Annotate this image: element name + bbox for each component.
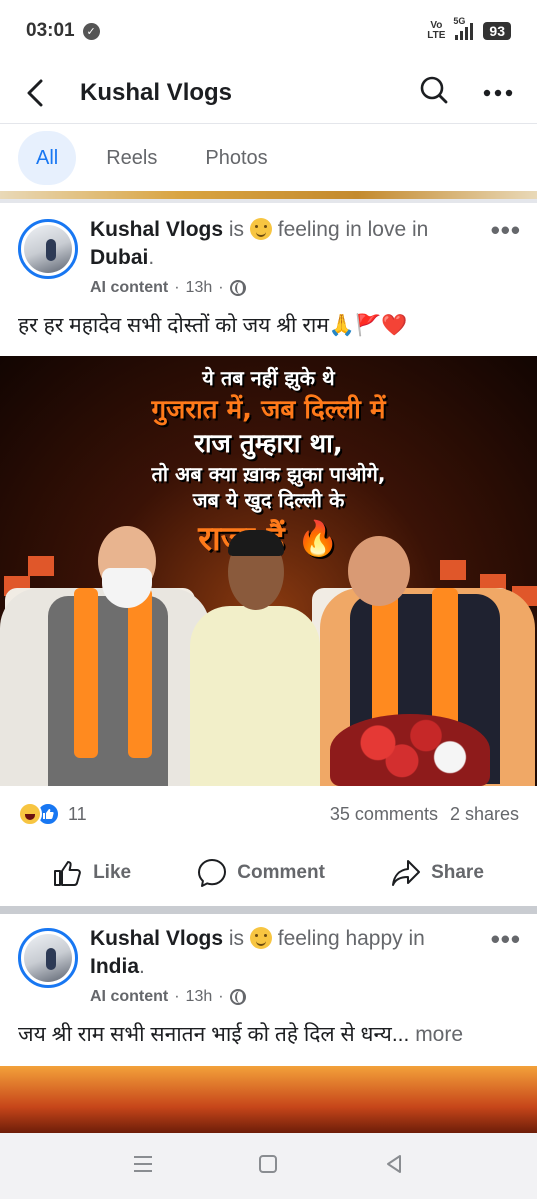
share-icon — [392, 860, 421, 886]
battery-level: 93 — [483, 22, 511, 40]
post-time: 13h — [185, 279, 213, 296]
status-time: 03:01 — [26, 20, 75, 41]
image-text-line: ये तब नहीं झुके थे — [202, 366, 335, 390]
thumbs-up-icon — [54, 861, 81, 886]
post-caption: हर हर महादेव सभी दोस्तों को जय श्री राम🙏… — [18, 314, 408, 337]
recent-apps-icon — [133, 1155, 152, 1172]
like-button[interactable]: Like — [53, 859, 131, 887]
post-card: Kushal Vlogs is feeling in love in Dubai… — [0, 203, 537, 909]
person-center-hair — [228, 530, 284, 556]
previous-post-image-edge — [0, 191, 537, 199]
feeling-text: feeling happy in — [277, 927, 425, 950]
scarf-left — [128, 588, 152, 758]
scarf-right — [372, 588, 398, 728]
back-arrow-icon — [27, 79, 43, 106]
shares-count[interactable]: 2 shares — [450, 804, 519, 825]
post-card: Kushal Vlogs is feeling happy in India. … — [0, 914, 537, 1134]
post-image[interactable] — [0, 1066, 537, 1134]
avatar[interactable] — [18, 928, 78, 988]
sync-check-icon: ✓ — [82, 22, 100, 40]
feeling-emoji-icon — [249, 927, 272, 949]
flower-bouquet — [330, 714, 490, 786]
volte-indicator: Vo LTE — [427, 20, 446, 41]
image-text-line: राज तुम्हारा था, — [194, 429, 343, 459]
post-time: 13h — [185, 988, 213, 1005]
scarf-left — [74, 588, 98, 758]
post-meta: AI content · 13h · — [90, 988, 246, 1006]
home-square-icon — [259, 1154, 278, 1173]
comment-button[interactable]: Comment — [197, 858, 325, 888]
feeling-emoji-icon — [249, 218, 272, 240]
more-horizontal-icon — [483, 89, 513, 96]
scarf-right — [432, 588, 458, 728]
signal-icon: 5G — [453, 16, 474, 40]
headline-is: is — [228, 218, 245, 241]
post-headline: Kushal Vlogs is feeling in love in Dubai… — [90, 218, 429, 269]
haha-reaction-icon — [18, 802, 42, 826]
post-image[interactable]: ये तब नहीं झुके थे गुजरात में, जब दिल्ली… — [0, 356, 537, 786]
filter-tabs: All Reels Photos — [0, 125, 537, 191]
home-button[interactable] — [257, 1153, 279, 1180]
image-text-line: जब ये खुद दिल्ली के — [192, 488, 345, 512]
caption-text: जय श्री राम सभी सनातन भाई को तहे दिल से … — [18, 1023, 410, 1046]
comment-label: Comment — [237, 862, 325, 883]
share-label: Share — [431, 862, 484, 883]
page-header: Kushal Vlogs — [0, 62, 537, 124]
system-back-button[interactable] — [383, 1153, 405, 1180]
person-right-head — [348, 536, 410, 606]
person-center — [190, 606, 320, 786]
like-label: Like — [93, 862, 132, 883]
back-button[interactable] — [0, 62, 70, 124]
globe-icon — [229, 280, 246, 296]
recent-apps-button[interactable] — [132, 1154, 154, 1179]
search-icon — [420, 76, 448, 104]
author-name[interactable]: Kushal Vlogs — [90, 927, 223, 950]
page-title: Kushal Vlogs — [80, 78, 233, 106]
back-triangle-icon — [387, 1154, 402, 1173]
post-divider — [0, 906, 537, 914]
author-name[interactable]: Kushal Vlogs — [90, 218, 223, 241]
comment-icon — [198, 859, 227, 887]
search-button[interactable] — [419, 75, 449, 110]
more-options-button[interactable] — [483, 84, 513, 102]
ai-content-label[interactable]: AI content — [90, 988, 168, 1006]
headline-is: is — [228, 927, 245, 950]
ai-content-label[interactable]: AI content — [90, 279, 168, 297]
post-actions: Like Comment Share — [0, 843, 537, 903]
tab-photos[interactable]: Photos — [187, 131, 285, 185]
see-more-link[interactable]: more — [415, 1023, 463, 1046]
post-options-button[interactable]: ••• — [491, 924, 521, 955]
post-headline: Kushal Vlogs is feeling happy in India. — [90, 927, 425, 978]
location-link[interactable]: Dubai — [90, 246, 148, 269]
post-caption: जय श्री राम सभी सनातन भाई को तहे दिल से … — [18, 1020, 519, 1050]
feeling-text: feeling in love in — [277, 218, 429, 241]
post-meta: AI content · 13h · — [90, 279, 246, 297]
tab-all[interactable]: All — [18, 131, 77, 185]
status-bar: 03:01 ✓ Vo LTE 5G 93 — [0, 0, 537, 62]
comments-count[interactable]: 35 comments — [330, 804, 438, 825]
location-link[interactable]: India — [90, 955, 139, 978]
tab-reels[interactable]: Reels — [88, 131, 175, 185]
system-navigation-bar — [0, 1133, 537, 1199]
globe-icon — [229, 989, 246, 1005]
reaction-count: 11 — [68, 803, 87, 824]
reaction-summary[interactable]: 11 35 comments 2 shares — [0, 786, 537, 842]
image-text-line: तो अब क्या ख़ाक झुका पाओगे, — [151, 462, 386, 486]
post-options-button[interactable]: ••• — [491, 215, 521, 246]
avatar[interactable] — [18, 219, 78, 279]
network-gen-label: 5G — [453, 16, 466, 26]
image-text-line: गुजरात में, जब दिल्ली में — [151, 395, 386, 425]
share-button[interactable]: Share — [391, 859, 484, 887]
